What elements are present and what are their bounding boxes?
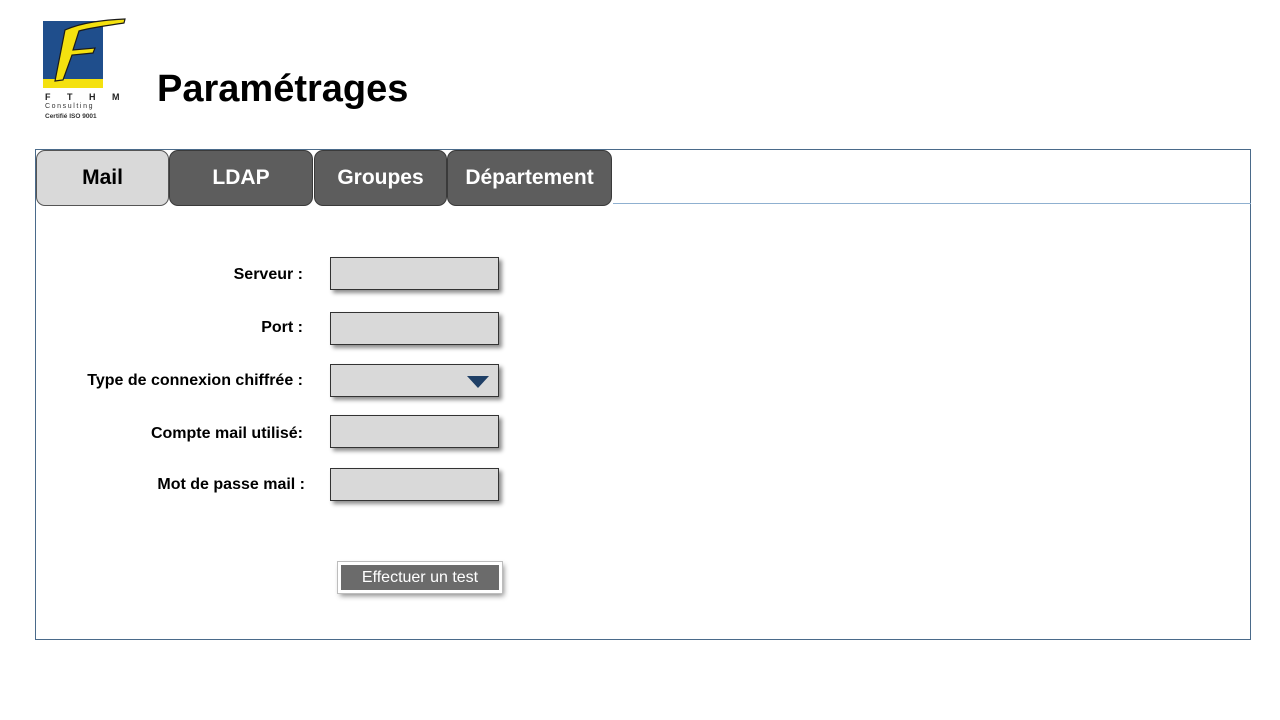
account-input[interactable] — [331, 416, 498, 447]
encryption-label: Type de connexion chiffrée : — [87, 372, 303, 389]
password-label: Mot de passe mail : — [157, 476, 305, 493]
port-input[interactable] — [331, 313, 498, 344]
settings-panel: Mail LDAP Groupes Département Serveur : … — [35, 149, 1251, 640]
encryption-dropdown[interactable] — [330, 364, 499, 397]
company-logo: F T H M Consulting Certifié ISO 9001 — [43, 18, 127, 124]
tab-strip-divider — [613, 203, 1251, 204]
password-field[interactable] — [330, 468, 499, 501]
account-label: Compte mail utilisé: — [150, 425, 303, 442]
tab-mail[interactable]: Mail — [36, 150, 169, 206]
port-field[interactable] — [330, 312, 499, 345]
account-field[interactable] — [330, 415, 499, 448]
logo-f-mark — [54, 18, 126, 82]
tab-ldap[interactable]: LDAP — [169, 150, 313, 206]
tab-departement[interactable]: Département — [447, 150, 612, 206]
logo-brand-letters: F T H M — [45, 92, 127, 102]
test-button[interactable]: Effectuer un test — [337, 561, 503, 594]
page-title: Paramétrages — [157, 68, 409, 110]
server-field[interactable] — [330, 257, 499, 290]
port-label: Port : — [261, 319, 303, 336]
password-input[interactable] — [331, 469, 498, 500]
tab-groupes[interactable]: Groupes — [314, 150, 447, 206]
logo-certification: Certifié ISO 9001 — [45, 113, 97, 120]
server-label: Serveur : — [233, 266, 303, 283]
chevron-down-icon[interactable] — [467, 376, 489, 388]
server-input[interactable] — [331, 258, 498, 289]
logo-tagline: Consulting — [45, 103, 95, 110]
